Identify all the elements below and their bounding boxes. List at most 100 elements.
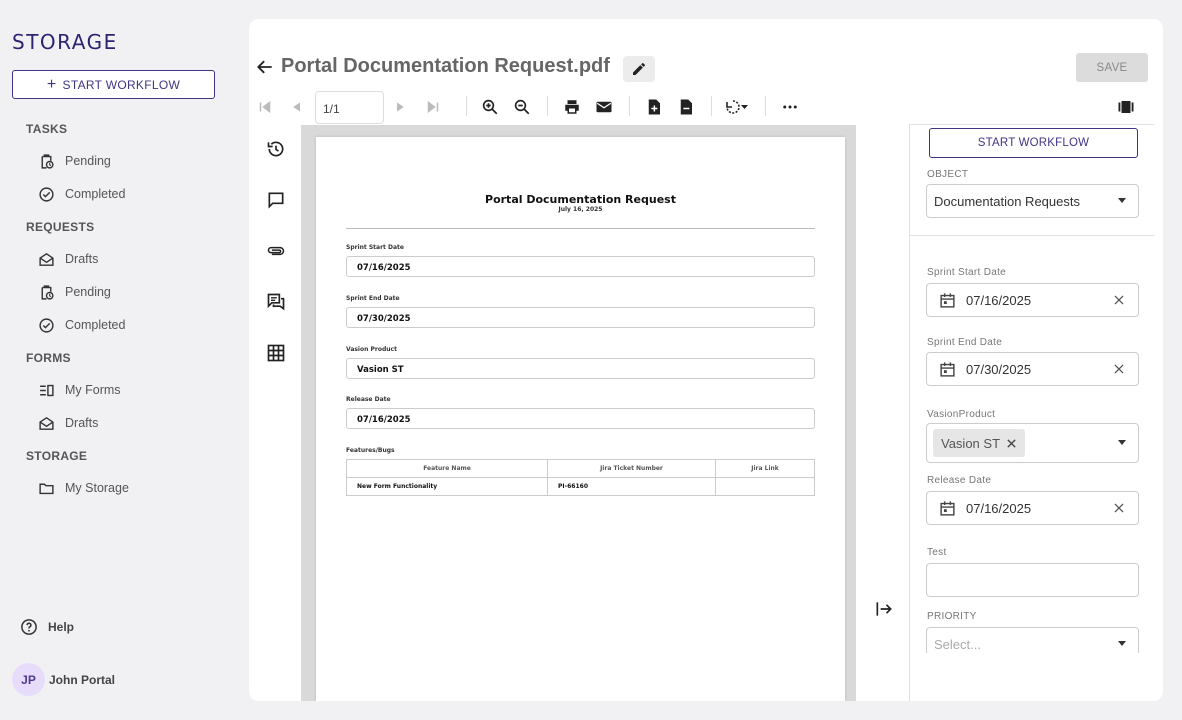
start-workflow-label: START WORKFLOW (62, 77, 181, 92)
zoom-out-icon[interactable] (513, 98, 531, 116)
document-title: Portal Documentation Request (485, 193, 676, 206)
clipboard-clock-icon (41, 284, 54, 300)
doc-features-label: Features/Bugs (346, 447, 395, 454)
app-logo: STORAGE (12, 30, 118, 54)
sidebar-item-tasks-completed[interactable]: Completed (38, 184, 125, 204)
toolbar-divider (765, 96, 766, 116)
user-profile[interactable]: JP John Portal (12, 663, 115, 696)
viewer-toolbar: 1/1 (249, 89, 1163, 125)
clear-icon[interactable] (1112, 293, 1126, 307)
table-grid-icon[interactable] (266, 343, 286, 363)
sidebar-item-label: Pending (65, 285, 111, 299)
release-date-label: Release Date (927, 475, 992, 486)
object-label: OBJECT (927, 169, 969, 180)
sidebar-item-requests-drafts[interactable]: Drafts (38, 249, 98, 269)
release-date-field[interactable]: 07/16/2025 (926, 491, 1139, 525)
doc-sprint-start-value: 07/16/2025 (346, 256, 815, 277)
sidebar-item-requests-pending[interactable]: Pending (38, 282, 111, 302)
calendar-icon[interactable] (939, 500, 956, 517)
viewer-side-rail (249, 125, 301, 701)
index-fields-panel: START WORKFLOW OBJECT Documentation Requ… (909, 125, 1163, 701)
rotate-dropdown-icon[interactable] (721, 98, 751, 116)
prev-page-icon[interactable] (288, 98, 306, 116)
view-carousel-icon[interactable] (1117, 98, 1135, 116)
chat-icon[interactable] (266, 292, 286, 312)
product-multiselect[interactable]: Vasion ST (926, 423, 1139, 463)
product-chip: Vasion ST (933, 429, 1026, 457)
attachment-icon[interactable] (266, 241, 286, 261)
clear-icon[interactable] (1112, 501, 1126, 515)
sprint-end-label: Sprint End Date (927, 337, 1003, 348)
email-icon[interactable] (595, 98, 613, 116)
chip-label: Vasion ST (941, 435, 1001, 451)
sidebar-item-label: My Storage (65, 481, 129, 495)
remove-page-icon[interactable] (677, 98, 695, 116)
mail-open-icon (39, 416, 54, 430)
page-title: Portal Documentation Request.pdf (281, 55, 610, 77)
start-workflow-button[interactable]: + START WORKFLOW (12, 70, 215, 99)
sidebar-item-tasks-pending[interactable]: Pending (38, 151, 111, 171)
table-cell (715, 477, 815, 496)
sidebar-item-forms-drafts[interactable]: Drafts (38, 413, 98, 433)
history-icon[interactable] (266, 139, 286, 159)
clipboard-clock-icon (41, 153, 54, 169)
back-arrow-icon[interactable] (255, 57, 275, 77)
next-page-icon[interactable] (391, 98, 409, 116)
collapse-panel-icon[interactable] (874, 599, 894, 619)
sidebar-item-label: Drafts (65, 252, 99, 266)
sidebar-item-label: Completed (65, 318, 126, 332)
priority-select[interactable]: Select... (926, 627, 1139, 653)
chip-remove-icon[interactable] (1006, 438, 1017, 449)
priority-placeholder: Select... (934, 637, 981, 652)
section-forms: FORMS (26, 351, 71, 365)
sprint-start-date-field[interactable]: 07/16/2025 (926, 283, 1139, 317)
sprint-end-date-field[interactable]: 07/30/2025 (926, 352, 1139, 386)
plus-icon: + (46, 75, 57, 93)
doc-product-label: Vasion Product (346, 346, 397, 353)
pdf-page: Portal Documentation Request July 16, 20… (316, 137, 845, 701)
priority-label: PRIORITY (927, 611, 977, 622)
more-options-icon[interactable] (781, 98, 799, 116)
save-button[interactable]: SAVE (1076, 53, 1148, 82)
table-row: New Form Functionality PI-66160 (346, 477, 815, 496)
document-date: July 16, 2025 (558, 206, 603, 213)
avatar: JP (12, 663, 45, 696)
user-name: John Portal (49, 672, 116, 687)
sidebar-item-my-forms[interactable]: My Forms (38, 380, 121, 400)
calendar-icon[interactable] (939, 361, 956, 378)
calendar-icon[interactable] (939, 292, 956, 309)
edit-title-button[interactable] (623, 56, 655, 82)
last-page-icon[interactable] (424, 98, 442, 116)
first-page-icon[interactable] (256, 98, 274, 116)
document-divider (346, 228, 815, 229)
doc-release-value: 07/16/2025 (346, 408, 815, 429)
comment-icon[interactable] (266, 190, 286, 210)
document-card: Portal Documentation Request.pdf SAVE 1/… (249, 19, 1163, 701)
table-header-row: Feature Name Jira Ticket Number Jira Lin… (346, 459, 815, 478)
sidebar-item-requests-completed[interactable]: Completed (38, 315, 125, 335)
folder-icon (39, 483, 54, 494)
test-input[interactable] (926, 563, 1139, 597)
print-icon[interactable] (563, 98, 581, 116)
sidebar-item-label: My Forms (65, 383, 121, 397)
doc-sprint-end-label: Sprint End Date (346, 295, 400, 302)
panel-divider (910, 235, 1155, 236)
caret-down-icon (1118, 641, 1126, 646)
caret-down-icon (1118, 440, 1126, 445)
help-link[interactable]: Help (20, 618, 74, 636)
add-page-icon[interactable] (645, 98, 663, 116)
object-select[interactable]: Documentation Requests (926, 184, 1139, 218)
help-label: Help (48, 620, 75, 634)
sprint-start-label: Sprint Start Date (927, 267, 1007, 278)
doc-product-value: Vasion ST (346, 358, 815, 379)
sidebar-item-my-storage[interactable]: My Storage (38, 478, 129, 498)
toolbar-divider (629, 96, 630, 116)
clear-icon[interactable] (1112, 362, 1126, 376)
page-number-input[interactable]: 1/1 (315, 91, 384, 124)
help-circle-icon (21, 619, 37, 635)
panel-start-workflow-button[interactable]: START WORKFLOW (929, 128, 1138, 158)
sprint-start-value: 07/16/2025 (966, 293, 1032, 308)
zoom-in-icon[interactable] (481, 98, 499, 116)
sidebar: STORAGE + START WORKFLOW TASKS Pending C… (0, 0, 240, 720)
pdf-viewer[interactable]: Portal Documentation Request July 16, 20… (301, 125, 856, 701)
